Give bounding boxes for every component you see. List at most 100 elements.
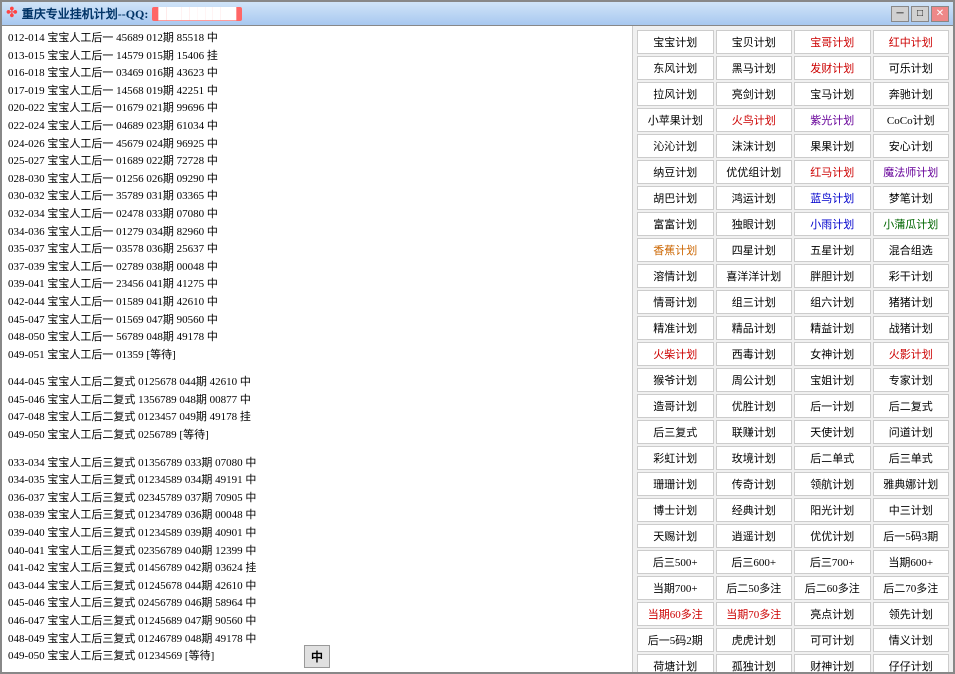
plan-button[interactable]: 喜洋洋计划 — [716, 264, 793, 288]
plan-button[interactable]: 当期600+ — [873, 550, 950, 574]
maximize-button[interactable]: □ — [911, 6, 929, 22]
plan-button[interactable]: 奔驰计划 — [873, 82, 950, 106]
plan-button[interactable]: 安心计划 — [873, 134, 950, 158]
plan-button[interactable]: 后二70多注 — [873, 576, 950, 600]
plan-button[interactable]: 宝姐计划 — [794, 368, 871, 392]
plan-button[interactable]: 当期60多注 — [637, 602, 714, 626]
plan-button[interactable]: 胖胆计划 — [794, 264, 871, 288]
plan-button[interactable]: 后一5码3期 — [873, 524, 950, 548]
plan-button[interactable]: 胡巴计划 — [637, 186, 714, 210]
plan-button[interactable]: 魔法师计划 — [873, 160, 950, 184]
plan-button[interactable]: 经典计划 — [716, 498, 793, 522]
plan-button[interactable]: 四星计划 — [716, 238, 793, 262]
plan-button[interactable]: 精品计划 — [716, 316, 793, 340]
plan-button[interactable]: 可可计划 — [794, 628, 871, 652]
plan-button[interactable]: 宝贝计划 — [716, 30, 793, 54]
plan-button[interactable]: 红中计划 — [873, 30, 950, 54]
plan-button[interactable]: 天赐计划 — [637, 524, 714, 548]
plan-button[interactable]: 果果计划 — [794, 134, 871, 158]
plan-button[interactable]: 蓝鸟计划 — [794, 186, 871, 210]
plan-button[interactable]: 后三500+ — [637, 550, 714, 574]
plan-button[interactable]: 阳光计划 — [794, 498, 871, 522]
plan-button[interactable]: 小苹果计划 — [637, 108, 714, 132]
plan-button[interactable]: 彩干计划 — [873, 264, 950, 288]
plan-button[interactable]: 雅典娜计划 — [873, 472, 950, 496]
plan-button[interactable]: 后二单式 — [794, 446, 871, 470]
plan-button[interactable]: 造哥计划 — [637, 394, 714, 418]
plan-button[interactable]: 火鸟计划 — [716, 108, 793, 132]
plan-button[interactable]: 梦笔计划 — [873, 186, 950, 210]
plan-button[interactable]: 孤独计划 — [716, 654, 793, 672]
plan-button[interactable]: 沁沁计划 — [637, 134, 714, 158]
plan-button[interactable]: 珊珊计划 — [637, 472, 714, 496]
plan-button[interactable]: 优胜计划 — [716, 394, 793, 418]
plan-button[interactable]: 后三单式 — [873, 446, 950, 470]
plan-button[interactable]: 富富计划 — [637, 212, 714, 236]
plan-button[interactable]: 情义计划 — [873, 628, 950, 652]
plan-button[interactable]: 火影计划 — [873, 342, 950, 366]
plan-button[interactable]: 后二50多注 — [716, 576, 793, 600]
plan-button[interactable]: 荷塘计划 — [637, 654, 714, 672]
plan-button[interactable]: 溶情计划 — [637, 264, 714, 288]
close-button[interactable]: ✕ — [931, 6, 949, 22]
plan-button[interactable]: 纳豆计划 — [637, 160, 714, 184]
plan-button[interactable]: 后三复式 — [637, 420, 714, 444]
plan-button[interactable]: 宝马计划 — [794, 82, 871, 106]
plan-button[interactable]: 可乐计划 — [873, 56, 950, 80]
plan-button[interactable]: 战猪计划 — [873, 316, 950, 340]
plan-button[interactable]: 小雨计划 — [794, 212, 871, 236]
plan-button[interactable]: 沫沫计划 — [716, 134, 793, 158]
plan-button[interactable]: 宝宝计划 — [637, 30, 714, 54]
plan-button[interactable]: 领航计划 — [794, 472, 871, 496]
plan-button[interactable]: 猴爷计划 — [637, 368, 714, 392]
plan-button[interactable]: 后三600+ — [716, 550, 793, 574]
plan-button[interactable]: 虎虎计划 — [716, 628, 793, 652]
plan-button[interactable]: 当期700+ — [637, 576, 714, 600]
plan-button[interactable]: 独眼计划 — [716, 212, 793, 236]
plan-button[interactable]: 女神计划 — [794, 342, 871, 366]
plan-button[interactable]: 专家计划 — [873, 368, 950, 392]
plan-button[interactable]: 猪猪计划 — [873, 290, 950, 314]
plan-button[interactable]: 逍遥计划 — [716, 524, 793, 548]
plan-button[interactable]: 紫光计划 — [794, 108, 871, 132]
plan-button[interactable]: 当期70多注 — [716, 602, 793, 626]
plan-button[interactable]: 五星计划 — [794, 238, 871, 262]
plan-button[interactable]: 问道计划 — [873, 420, 950, 444]
plan-button[interactable]: 领先计划 — [873, 602, 950, 626]
plan-button[interactable]: 东风计划 — [637, 56, 714, 80]
plan-button[interactable]: 香蕉计划 — [637, 238, 714, 262]
plan-button[interactable]: 后一计划 — [794, 394, 871, 418]
plan-button[interactable]: 鸿运计划 — [716, 186, 793, 210]
plan-button[interactable]: 小蒲瓜计划 — [873, 212, 950, 236]
plan-button[interactable]: 玫境计划 — [716, 446, 793, 470]
plan-button[interactable]: 后三700+ — [794, 550, 871, 574]
minimize-button[interactable]: ─ — [891, 6, 909, 22]
plan-button[interactable]: 联赚计划 — [716, 420, 793, 444]
plan-button[interactable]: 优优组计划 — [716, 160, 793, 184]
plan-button[interactable]: 周公计划 — [716, 368, 793, 392]
plan-button[interactable]: 仔仔计划 — [873, 654, 950, 672]
plan-button[interactable]: 后二复式 — [873, 394, 950, 418]
plan-button[interactable]: 天使计划 — [794, 420, 871, 444]
plan-button[interactable]: 红马计划 — [794, 160, 871, 184]
plan-button[interactable]: 亮点计划 — [794, 602, 871, 626]
plan-button[interactable]: 西毒计划 — [716, 342, 793, 366]
plan-button[interactable]: 后一5码2期 — [637, 628, 714, 652]
plan-button[interactable]: 拉风计划 — [637, 82, 714, 106]
plan-button[interactable]: 中三计划 — [873, 498, 950, 522]
data-list[interactable]: 012-014 宝宝人工后一 45689 012期 85518 中013-015… — [2, 26, 632, 672]
plan-button[interactable]: 财神计划 — [794, 654, 871, 672]
plan-button[interactable]: 传奇计划 — [716, 472, 793, 496]
plan-button[interactable]: 后二60多注 — [794, 576, 871, 600]
plan-button[interactable]: 博士计划 — [637, 498, 714, 522]
plan-button[interactable]: 精准计划 — [637, 316, 714, 340]
plan-button[interactable]: 黑马计划 — [716, 56, 793, 80]
plan-button[interactable]: 火柴计划 — [637, 342, 714, 366]
plan-button[interactable]: 彩虹计划 — [637, 446, 714, 470]
plan-button[interactable]: 情哥计划 — [637, 290, 714, 314]
plan-button[interactable]: 组三计划 — [716, 290, 793, 314]
plan-button[interactable]: 发财计划 — [794, 56, 871, 80]
plan-button[interactable]: 组六计划 — [794, 290, 871, 314]
plan-button[interactable]: 混合组选 — [873, 238, 950, 262]
plan-button[interactable]: 精益计划 — [794, 316, 871, 340]
